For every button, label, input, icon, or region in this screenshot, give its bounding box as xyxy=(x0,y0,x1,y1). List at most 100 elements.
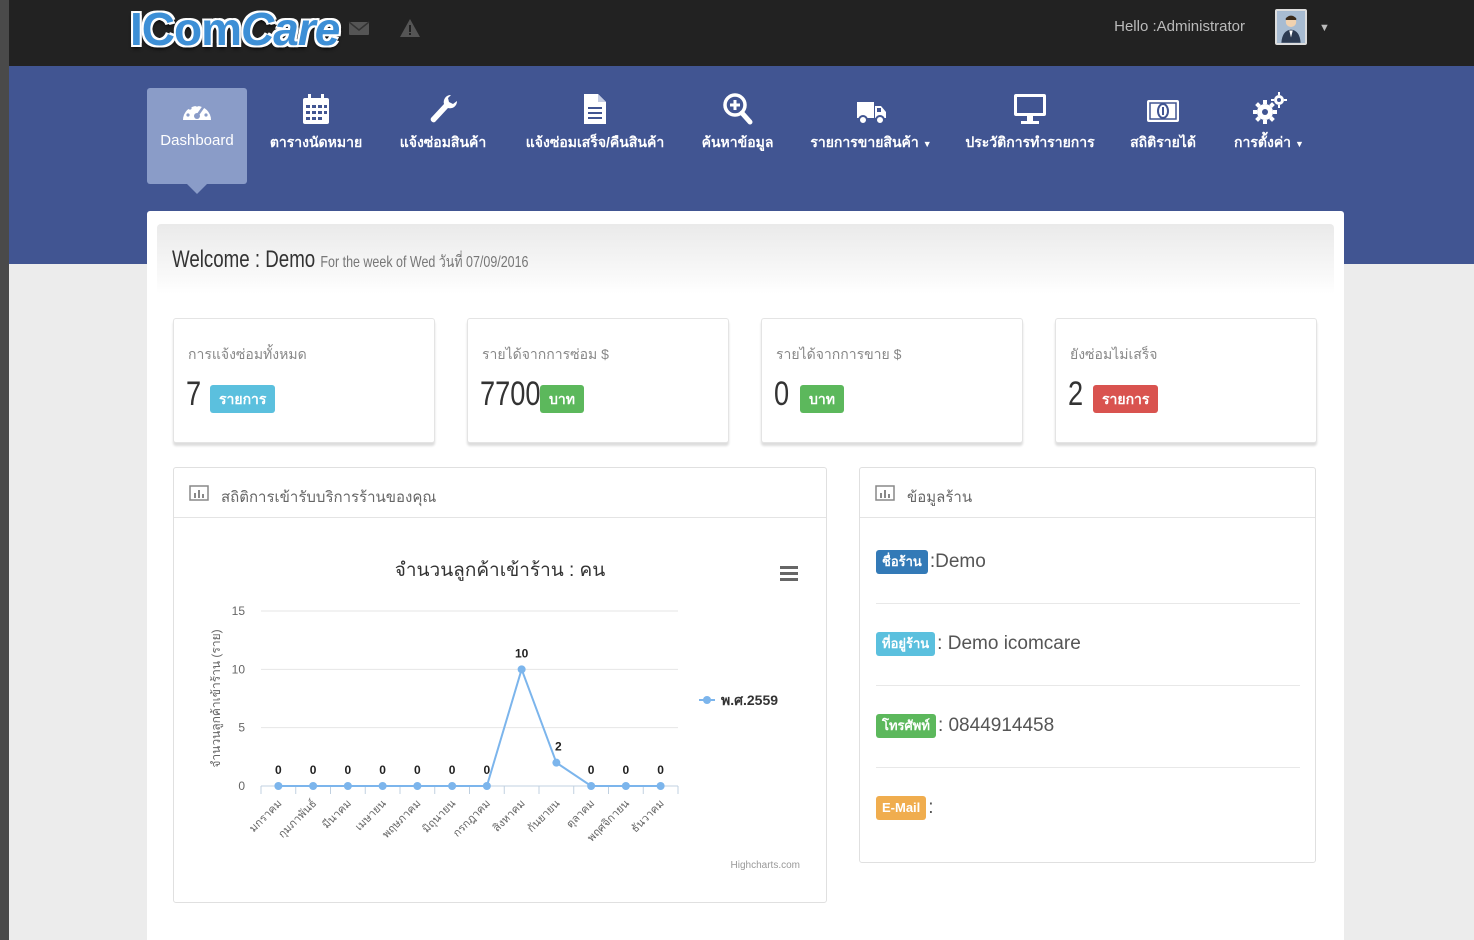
x-tick-label: กันยายน xyxy=(525,797,563,835)
nav-repair-complete[interactable]: แจ้งซ่อมเสร็จ/คืนสินค้า xyxy=(520,88,670,184)
y-axis-title: จำนวนลูกค้าเข้าร้าน (ราย) xyxy=(209,629,224,767)
nav-sales[interactable]: รายการขายสินค้า ▼ xyxy=(802,88,940,184)
monitor-icon xyxy=(1014,94,1046,124)
nav-label: การตั้งค่า ▼ xyxy=(1234,134,1304,150)
stat-value: 7700 xyxy=(480,375,541,413)
shop-name-label: ชื่อร้าน xyxy=(876,550,928,574)
window-edge xyxy=(0,0,9,940)
legend-item: พ.ศ.2559 xyxy=(721,692,778,708)
nav-label: ประวัติการทำรายการ xyxy=(965,134,1095,150)
nav-income-stats[interactable]: สถิติรายได้ xyxy=(1118,88,1208,184)
gears-icon xyxy=(1253,92,1287,124)
divider xyxy=(876,767,1300,768)
y-tick-label: 0 xyxy=(238,779,245,793)
stat-card-sales-income: รายได้จากการขาย $ 0 บาท xyxy=(761,318,1023,443)
stat-title: การแจ้งซ่อมทั้งหมด xyxy=(188,346,307,362)
envelope-icon[interactable] xyxy=(348,18,370,38)
data-label: 0 xyxy=(657,763,664,777)
nav-label: ค้นหาข้อมูล xyxy=(701,134,774,150)
app-logo[interactable]: IComCare xyxy=(130,2,340,56)
data-label: 0 xyxy=(310,763,317,777)
nav-label: แจ้งซ่อมสินค้า xyxy=(399,134,487,150)
divider xyxy=(876,603,1300,604)
chart-panel-header: สถิติการเข้ารับบริการร้านของคุณ xyxy=(174,468,826,518)
nav-appointments[interactable]: ตารางนัดหมาย xyxy=(266,88,366,184)
line-chart: จำนวนลูกค้าเข้าร้าน : คน051015มกราคมกุมภ… xyxy=(209,560,800,871)
data-point xyxy=(309,782,318,790)
data-point xyxy=(552,758,561,767)
shop-email-label: E-Mail xyxy=(876,796,927,820)
nav-dashboard[interactable]: Dashboard xyxy=(147,88,247,194)
shop-panel-title: ข้อมูลร้าน xyxy=(907,489,973,506)
data-label: 2 xyxy=(555,740,562,754)
bar-chart-icon xyxy=(875,485,895,501)
data-point xyxy=(587,782,596,790)
data-point xyxy=(517,665,526,674)
shop-phone-value: : 0844914458 xyxy=(937,715,1055,736)
nav-label: ตารางนัดหมาย xyxy=(269,134,363,150)
shop-name-row: ชื่อร้าน:Demo xyxy=(876,550,986,576)
data-point xyxy=(378,782,387,790)
data-point xyxy=(274,782,283,790)
stat-value: 0 xyxy=(774,375,790,413)
stat-badge: บาท xyxy=(540,385,584,413)
warning-icon[interactable] xyxy=(399,18,421,38)
data-label: 10 xyxy=(515,646,529,660)
data-label: 0 xyxy=(588,763,595,777)
user-menu-caret-icon[interactable]: ▼ xyxy=(1319,22,1330,34)
document-icon xyxy=(584,94,606,124)
chart-credits: Highcharts.com xyxy=(731,860,800,871)
data-point xyxy=(448,782,457,790)
wrench-icon xyxy=(430,94,458,123)
data-label: 0 xyxy=(345,763,352,777)
data-point xyxy=(621,782,630,790)
shop-email-row: E-Mail: xyxy=(876,796,934,822)
stat-value: 2 xyxy=(1068,375,1084,413)
nav-label: สถิติรายได้ xyxy=(1130,134,1196,150)
data-label: 0 xyxy=(484,763,491,777)
greeting-text: Hello :Administrator xyxy=(1114,18,1245,35)
stat-card-repair-income: รายได้จากการซ่อม $ 7700 บาท xyxy=(467,318,729,443)
stat-title: รายได้จากการซ่อม $ xyxy=(482,346,609,362)
chart-panel: สถิติการเข้ารับบริการร้านของคุณ จำนวนลูก… xyxy=(173,467,827,903)
shop-info-panel: ข้อมูลร้าน ชื่อร้าน:Demo ที่อยู่ร้าน: De… xyxy=(859,467,1316,863)
x-tick-label: กรกฎาคม xyxy=(451,798,493,840)
data-label: 0 xyxy=(275,763,282,777)
stat-title: รายได้จากการขาย $ xyxy=(776,346,902,362)
nav-label: Dashboard xyxy=(160,132,234,149)
stat-title: ยังซ่อมไม่เสร็จ xyxy=(1070,346,1158,362)
money-icon xyxy=(1147,100,1179,122)
shop-name-value: :Demo xyxy=(929,551,986,572)
y-tick-label: 10 xyxy=(232,662,246,676)
data-label: 0 xyxy=(449,763,456,777)
stat-card-total-repairs: การแจ้งซ่อมทั้งหมด 7 รายการ xyxy=(173,318,435,443)
shop-phone-row: โทรศัพท์: 0844914458 xyxy=(876,714,1054,740)
chart-menu-icon[interactable] xyxy=(780,566,798,581)
nav-label: รายการขายสินค้า ▼ xyxy=(810,134,932,150)
stat-card-unfinished: ยังซ่อมไม่เสร็จ 2 รายการ xyxy=(1055,318,1317,443)
shop-address-row: ที่อยู่ร้าน: Demo icomcare xyxy=(876,632,1081,658)
x-tick-label: ตุลาคม xyxy=(564,798,597,831)
chart-title: จำนวนลูกค้าเข้าร้าน : คน xyxy=(395,560,606,581)
divider xyxy=(876,685,1300,686)
data-label: 0 xyxy=(379,763,386,777)
stat-badge: รายการ xyxy=(210,385,276,413)
dashboard-icon xyxy=(183,103,211,120)
data-point xyxy=(656,782,665,790)
zoom-icon xyxy=(722,93,752,125)
nav-settings[interactable]: การตั้งค่า ▼ xyxy=(1225,88,1313,184)
data-point xyxy=(482,782,491,790)
stat-value: 7 xyxy=(186,375,202,413)
shop-phone-label: โทรศัพท์ xyxy=(876,714,936,738)
truck-icon xyxy=(857,102,886,125)
bar-chart-icon xyxy=(189,485,209,501)
shop-panel-header: ข้อมูลร้าน xyxy=(860,468,1315,518)
data-label: 0 xyxy=(414,763,421,777)
nav-history[interactable]: ประวัติการทำรายการ xyxy=(960,88,1100,184)
user-avatar[interactable] xyxy=(1275,9,1307,45)
nav-repair-request[interactable]: แจ้งซ่อมสินค้า xyxy=(393,88,493,184)
x-tick-label: กุมภาพันธ์ xyxy=(276,797,320,841)
y-tick-label: 15 xyxy=(232,604,246,618)
nav-search[interactable]: ค้นหาข้อมูล xyxy=(690,88,785,184)
x-tick-label: สิงหาคม xyxy=(491,798,528,835)
